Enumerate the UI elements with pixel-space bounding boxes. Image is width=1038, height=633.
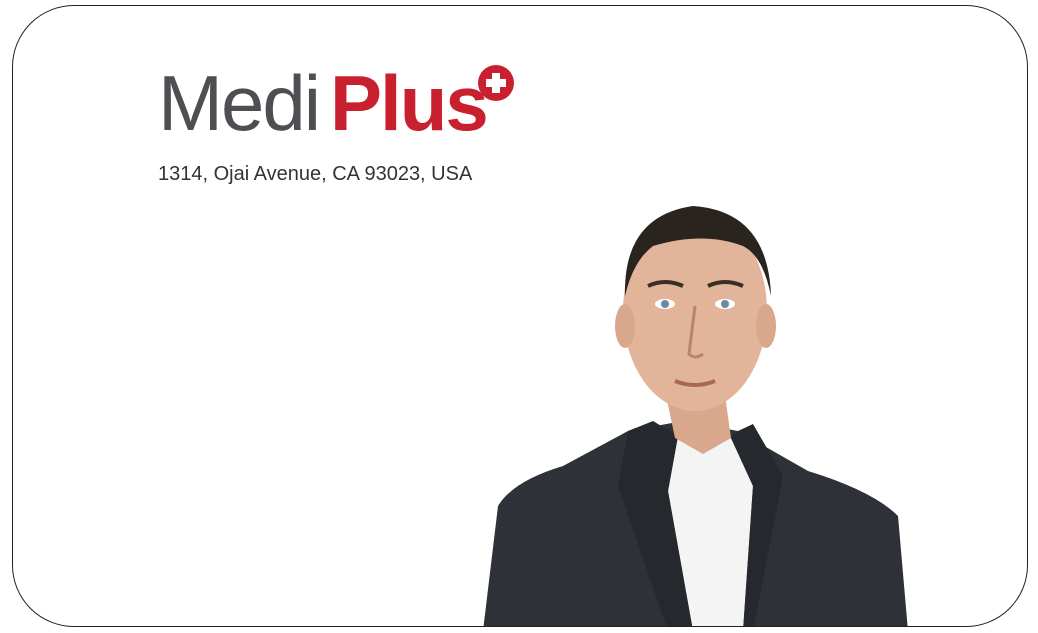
business-card: Medi Plus 1314, Ojai Avenue, CA 93023, U… bbox=[12, 5, 1028, 627]
address-text: 1314, Ojai Avenue, CA 93023, USA bbox=[158, 163, 473, 185]
medical-cross-icon bbox=[478, 65, 514, 101]
brand-name-plus: Plus bbox=[330, 59, 489, 147]
brand-name-medi: Medi bbox=[158, 59, 321, 147]
portrait-photo bbox=[483, 206, 908, 626]
right-ear bbox=[756, 304, 776, 348]
left-ear bbox=[615, 304, 635, 348]
